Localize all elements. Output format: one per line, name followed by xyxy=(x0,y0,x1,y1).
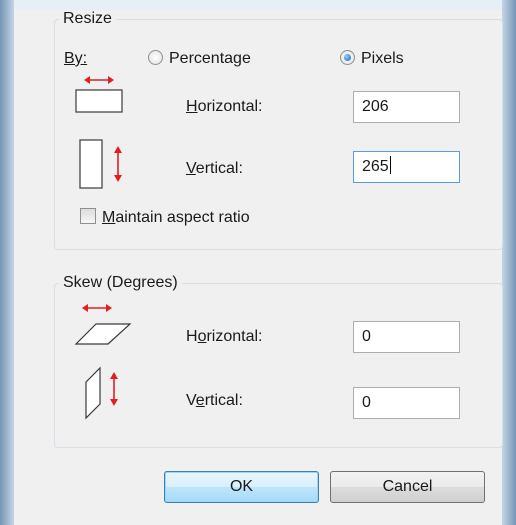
resize-vertical-input[interactable]: 265 xyxy=(353,151,460,183)
skew-vertical-label: Vertical: xyxy=(186,392,243,409)
pixels-radio-button[interactable] xyxy=(340,50,355,65)
skew-vertical-icon xyxy=(85,366,118,420)
maintain-aspect-ratio-checkbox[interactable]: Maintain aspect ratio xyxy=(80,208,250,227)
pixels-radio[interactable]: Pixels xyxy=(340,50,404,68)
window-frame-right xyxy=(502,0,516,525)
percentage-radio[interactable]: Percentage xyxy=(148,50,251,68)
maintain-aspect-ratio-box[interactable] xyxy=(80,208,96,224)
resize-legend: Resize xyxy=(63,10,112,27)
skew-horizontal-icon xyxy=(74,304,132,345)
skew-horizontal-input[interactable]: 0 xyxy=(353,321,460,353)
resize-horizontal-input[interactable]: 206 xyxy=(353,91,460,123)
skew-horizontal-label: Horizontal: xyxy=(186,328,263,345)
resize-skew-dialog: Resize By: Percentage Pixels Horizontal:… xyxy=(14,10,503,525)
text-caret xyxy=(389,156,391,174)
ok-button[interactable]: OK xyxy=(164,471,319,503)
percentage-label: Percentage xyxy=(169,50,251,67)
by-label: By: xyxy=(64,50,88,67)
cancel-button[interactable]: Cancel xyxy=(330,471,485,503)
resize-horizontal-label: Horizontal: xyxy=(186,98,263,115)
skew-group: Skew (Degrees) xyxy=(54,274,503,448)
resize-vertical-icon xyxy=(79,139,122,189)
window-frame-left xyxy=(0,0,14,525)
pixels-label: Pixels xyxy=(361,50,404,67)
percentage-radio-button[interactable] xyxy=(148,50,163,65)
skew-legend: Skew (Degrees) xyxy=(63,274,178,291)
resize-vertical-label: Vertical: xyxy=(186,160,243,177)
maintain-aspect-ratio-label: Maintain aspect ratio xyxy=(102,209,250,226)
skew-vertical-input[interactable]: 0 xyxy=(353,387,460,419)
resize-horizontal-icon xyxy=(75,76,123,113)
